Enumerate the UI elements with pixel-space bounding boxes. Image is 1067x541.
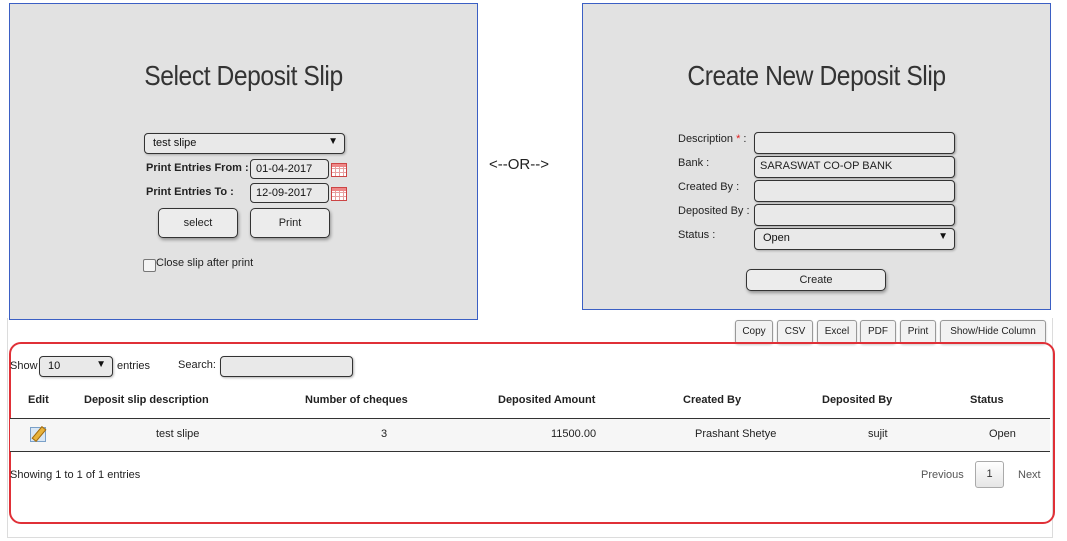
- print-to-date-input[interactable]: 12-09-2017: [250, 183, 329, 203]
- deposit-slip-select[interactable]: test slipe ▼: [144, 133, 345, 154]
- calendar-icon[interactable]: [331, 163, 347, 177]
- status-select[interactable]: Open ▼: [754, 228, 955, 250]
- search-input[interactable]: [220, 356, 353, 377]
- entries-select[interactable]: 10 ▼: [39, 356, 113, 377]
- create-panel-title: Create New Deposit Slip: [687, 60, 946, 91]
- close-slip-checkbox[interactable]: [143, 259, 156, 272]
- deposit-slip-select-value: test slipe: [153, 137, 197, 149]
- created-by-input[interactable]: [754, 180, 955, 202]
- chevron-down-icon: ▼: [328, 136, 338, 147]
- column-header-status[interactable]: Status: [970, 394, 1004, 406]
- deposited-by-label: Deposited By :: [678, 205, 750, 217]
- calendar-icon[interactable]: [331, 187, 347, 201]
- column-header-deposited-by[interactable]: Deposited By: [822, 394, 892, 406]
- show-hide-column-button[interactable]: Show/Hide Column: [940, 320, 1046, 344]
- select-deposit-slip-panel: Select Deposit Slip test slipe ▼ Print E…: [9, 3, 478, 320]
- column-header-edit[interactable]: Edit: [28, 394, 49, 406]
- cell-cheques: 3: [381, 428, 388, 440]
- print-to-label: Print Entries To :: [146, 186, 234, 198]
- description-label-text: Description: [678, 133, 734, 145]
- previous-page-button[interactable]: Previous: [921, 469, 964, 481]
- cell-deposited-by: sujit: [868, 428, 888, 440]
- column-header-created-by[interactable]: Created By: [683, 394, 741, 406]
- print-table-button[interactable]: Print: [900, 320, 936, 344]
- bank-label: Bank :: [678, 157, 710, 169]
- cell-description: test slipe: [156, 428, 200, 440]
- next-page-button[interactable]: Next: [1018, 469, 1041, 481]
- description-colon: :: [740, 133, 747, 145]
- description-input[interactable]: [754, 132, 955, 154]
- excel-button[interactable]: Excel: [817, 320, 857, 344]
- csv-button[interactable]: CSV: [777, 320, 813, 344]
- show-label: Show: [10, 360, 38, 372]
- table-info: Showing 1 to 1 of 1 entries: [10, 469, 141, 481]
- close-slip-label: Close slip after print: [156, 257, 254, 269]
- status-select-value: Open: [763, 232, 790, 244]
- page-1-button[interactable]: 1: [975, 461, 1004, 488]
- column-header-description[interactable]: Deposit slip description: [84, 394, 209, 406]
- edit-icon[interactable]: [30, 427, 46, 442]
- select-panel-title: Select Deposit Slip: [144, 60, 343, 91]
- description-label: Description * :: [678, 133, 747, 145]
- deposited-by-input[interactable]: [754, 204, 955, 226]
- search-label: Search:: [178, 359, 216, 371]
- select-button[interactable]: select: [158, 208, 238, 238]
- copy-button[interactable]: Copy: [735, 320, 773, 344]
- cell-amount: 11500.00: [551, 428, 597, 440]
- column-header-amount[interactable]: Deposited Amount: [498, 394, 595, 406]
- created-by-label: Created By :: [678, 181, 740, 193]
- create-button[interactable]: Create: [746, 269, 886, 291]
- bank-input[interactable]: SARASWAT CO-OP BANK: [754, 156, 955, 178]
- cell-status: Open: [989, 428, 1016, 440]
- entries-select-value: 10: [48, 360, 61, 372]
- create-deposit-slip-panel: Create New Deposit Slip Description * : …: [582, 3, 1051, 310]
- status-label: Status :: [678, 229, 716, 241]
- column-header-cheques[interactable]: Number of cheques: [305, 394, 408, 406]
- cell-created-by: Prashant Shetye: [695, 428, 777, 440]
- entries-label: entries: [117, 360, 151, 372]
- chevron-down-icon: ▼: [96, 359, 106, 370]
- print-button[interactable]: Print: [250, 208, 330, 238]
- print-from-label: Print Entries From :: [146, 162, 249, 174]
- pdf-button[interactable]: PDF: [860, 320, 896, 344]
- or-separator: <--OR-->: [489, 156, 549, 173]
- print-from-date-input[interactable]: 01-04-2017: [250, 159, 329, 179]
- chevron-down-icon: ▼: [938, 231, 948, 242]
